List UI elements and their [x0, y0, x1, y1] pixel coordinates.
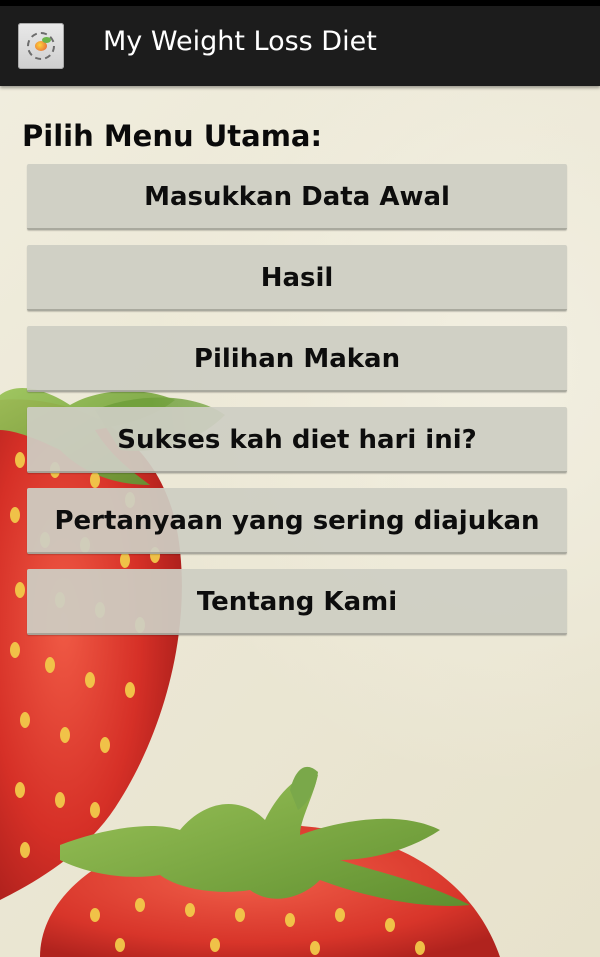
app-screen: My Weight Loss Diet Pilih Menu Utama: Ma… [0, 0, 600, 957]
main-menu-list: Masukkan Data Awal Hasil Pilihan Makan S… [27, 164, 567, 650]
action-bar: My Weight Loss Diet [0, 0, 600, 86]
menu-button-pilihan-makan[interactable]: Pilihan Makan [27, 326, 567, 392]
menu-heading: Pilih Menu Utama: [22, 119, 323, 153]
app-title: My Weight Loss Diet [103, 26, 377, 57]
menu-button-hasil[interactable]: Hasil [27, 245, 567, 311]
menu-button-tentang-kami[interactable]: Tentang Kami [27, 569, 567, 635]
app-logo-icon[interactable] [18, 23, 64, 69]
menu-button-faq[interactable]: Pertanyaan yang sering diajukan [27, 488, 567, 554]
menu-button-masukkan-data-awal[interactable]: Masukkan Data Awal [27, 164, 567, 230]
menu-button-sukses-diet[interactable]: Sukses kah diet hari ini? [27, 407, 567, 473]
